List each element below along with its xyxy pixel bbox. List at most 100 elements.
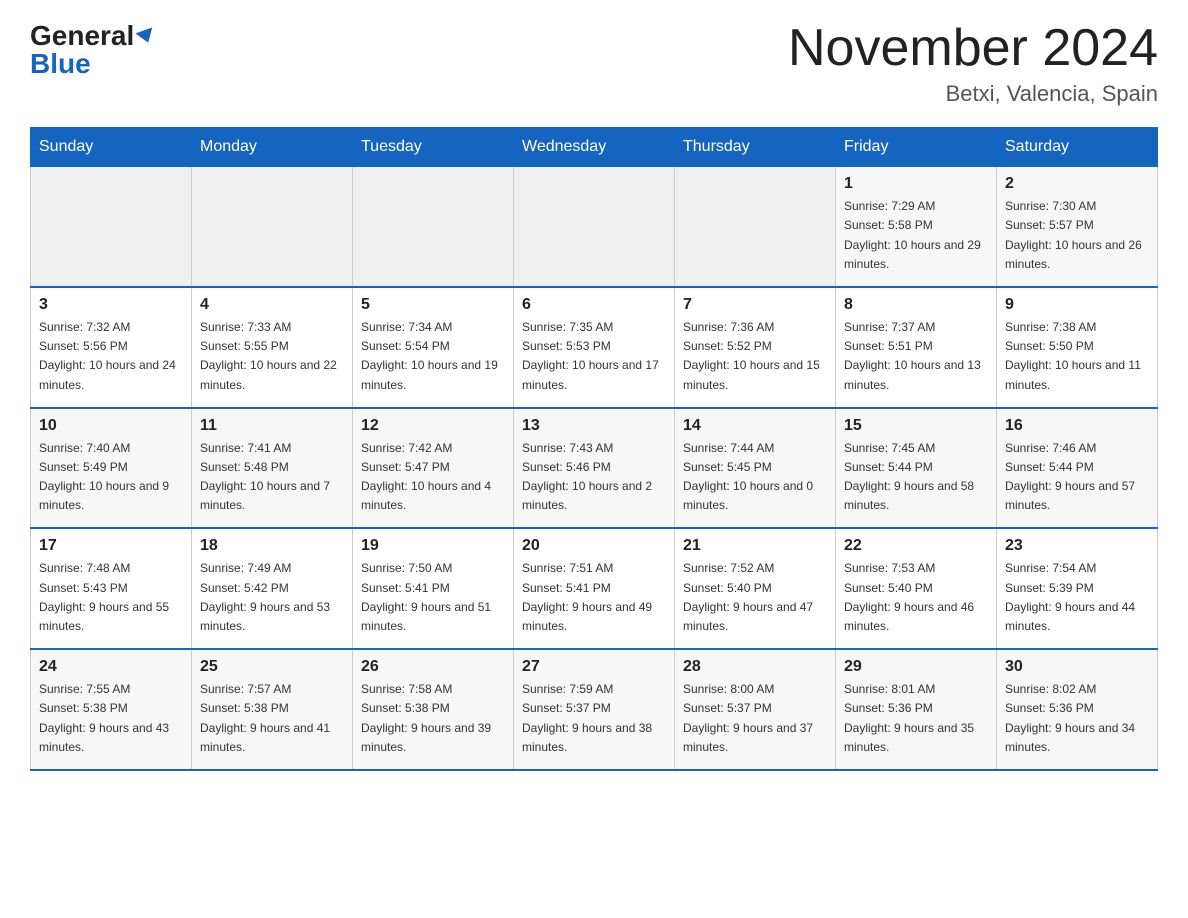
day-info: Sunrise: 7:58 AMSunset: 5:38 PMDaylight:… — [361, 680, 505, 757]
day-number: 27 — [522, 658, 666, 676]
calendar-day-cell: 11 Sunrise: 7:41 AMSunset: 5:48 PMDayligh… — [192, 408, 353, 529]
day-info: Sunrise: 7:36 AMSunset: 5:52 PMDaylight:… — [683, 318, 827, 395]
weekday-header-cell: Wednesday — [514, 128, 675, 167]
calendar-day-cell — [192, 167, 353, 287]
page-header: General Blue November 2024 Betxi, Valenc… — [30, 20, 1158, 107]
calendar-week-row: 24 Sunrise: 7:55 AMSunset: 5:38 PMDayligh… — [31, 649, 1158, 770]
calendar-header: SundayMondayTuesdayWednesdayThursdayFrid… — [31, 128, 1158, 167]
day-number: 5 — [361, 296, 505, 314]
calendar-day-cell: 17Sunrise: 7:48 AMSunset: 5:43 PMDayligh… — [31, 528, 192, 649]
day-number: 3 — [39, 296, 183, 314]
weekday-header-cell: Thursday — [675, 128, 836, 167]
calendar-day-cell — [353, 167, 514, 287]
calendar-day-cell: 25 Sunrise: 7:57 AMSunset: 5:38 PMDayligh… — [192, 649, 353, 770]
day-info: Sunrise: 7:42 AMSunset: 5:47 PMDaylight:… — [361, 439, 505, 516]
weekday-header-cell: Monday — [192, 128, 353, 167]
day-number: 2 — [1005, 175, 1149, 193]
day-info: Sunrise: 7:37 AMSunset: 5:51 PMDaylight:… — [844, 318, 988, 395]
calendar-day-cell: 20 Sunrise: 7:51 AMSunset: 5:41 PMDayligh… — [514, 528, 675, 649]
day-number: 25 — [200, 658, 344, 676]
calendar-day-cell: 22 Sunrise: 7:53 AMSunset: 5:40 PMDayligh… — [836, 528, 997, 649]
calendar-day-cell — [31, 167, 192, 287]
day-number: 1 — [844, 175, 988, 193]
calendar-subtitle: Betxi, Valencia, Spain — [788, 81, 1158, 107]
day-info: Sunrise: 7:44 AMSunset: 5:45 PMDaylight:… — [683, 439, 827, 516]
day-info: Sunrise: 7:46 AMSunset: 5:44 PMDaylight:… — [1005, 439, 1149, 516]
calendar-body: 1 Sunrise: 7:29 AMSunset: 5:58 PMDaylight… — [31, 167, 1158, 770]
calendar-day-cell: 21 Sunrise: 7:52 AMSunset: 5:40 PMDayligh… — [675, 528, 836, 649]
calendar-day-cell — [514, 167, 675, 287]
calendar-day-cell: 24 Sunrise: 7:55 AMSunset: 5:38 PMDayligh… — [31, 649, 192, 770]
day-info: Sunrise: 7:29 AMSunset: 5:58 PMDaylight:… — [844, 197, 988, 274]
day-info: Sunrise: 7:49 AMSunset: 5:42 PMDaylight:… — [200, 559, 344, 636]
day-info: Sunrise: 7:53 AMSunset: 5:40 PMDaylight:… — [844, 559, 988, 636]
calendar-day-cell: 29Sunrise: 8:01 AMSunset: 5:36 PMDayligh… — [836, 649, 997, 770]
calendar-day-cell: 6Sunrise: 7:35 AMSunset: 5:53 PMDaylight… — [514, 287, 675, 408]
day-info: Sunrise: 7:40 AMSunset: 5:49 PMDaylight:… — [39, 439, 183, 516]
title-block: November 2024 Betxi, Valencia, Spain — [788, 20, 1158, 107]
logo-line2: Blue — [30, 48, 91, 80]
day-number: 24 — [39, 658, 183, 676]
day-number: 9 — [1005, 296, 1149, 314]
calendar-day-cell: 4 Sunrise: 7:33 AMSunset: 5:55 PMDaylight… — [192, 287, 353, 408]
day-info: Sunrise: 7:45 AMSunset: 5:44 PMDaylight:… — [844, 439, 988, 516]
calendar-day-cell: 12 Sunrise: 7:42 AMSunset: 5:47 PMDayligh… — [353, 408, 514, 529]
weekday-header-cell: Saturday — [997, 128, 1158, 167]
calendar-day-cell: 13 Sunrise: 7:43 AMSunset: 5:46 PMDayligh… — [514, 408, 675, 529]
day-number: 22 — [844, 537, 988, 555]
calendar-day-cell: 18 Sunrise: 7:49 AMSunset: 5:42 PMDayligh… — [192, 528, 353, 649]
day-number: 14 — [683, 417, 827, 435]
calendar-table: SundayMondayTuesdayWednesdayThursdayFrid… — [30, 127, 1158, 771]
calendar-day-cell: 16 Sunrise: 7:46 AMSunset: 5:44 PMDayligh… — [997, 408, 1158, 529]
day-number: 11 — [200, 417, 344, 435]
weekday-header-cell: Tuesday — [353, 128, 514, 167]
day-info: Sunrise: 7:52 AMSunset: 5:40 PMDaylight:… — [683, 559, 827, 636]
day-number: 16 — [1005, 417, 1149, 435]
weekday-header-cell: Friday — [836, 128, 997, 167]
day-number: 19 — [361, 537, 505, 555]
day-info: Sunrise: 7:38 AMSunset: 5:50 PMDaylight:… — [1005, 318, 1149, 395]
day-info: Sunrise: 7:43 AMSunset: 5:46 PMDaylight:… — [522, 439, 666, 516]
day-number: 20 — [522, 537, 666, 555]
calendar-day-cell — [675, 167, 836, 287]
calendar-day-cell: 10Sunrise: 7:40 AMSunset: 5:49 PMDayligh… — [31, 408, 192, 529]
day-number: 30 — [1005, 658, 1149, 676]
day-number: 12 — [361, 417, 505, 435]
day-info: Sunrise: 8:02 AMSunset: 5:36 PMDaylight:… — [1005, 680, 1149, 757]
day-number: 18 — [200, 537, 344, 555]
calendar-week-row: 10Sunrise: 7:40 AMSunset: 5:49 PMDayligh… — [31, 408, 1158, 529]
logo: General Blue — [30, 20, 155, 80]
day-info: Sunrise: 7:55 AMSunset: 5:38 PMDaylight:… — [39, 680, 183, 757]
day-info: Sunrise: 7:32 AMSunset: 5:56 PMDaylight:… — [39, 318, 183, 395]
day-number: 4 — [200, 296, 344, 314]
calendar-day-cell: 26Sunrise: 7:58 AMSunset: 5:38 PMDayligh… — [353, 649, 514, 770]
day-number: 21 — [683, 537, 827, 555]
day-number: 8 — [844, 296, 988, 314]
day-info: Sunrise: 8:01 AMSunset: 5:36 PMDaylight:… — [844, 680, 988, 757]
calendar-week-row: 1 Sunrise: 7:29 AMSunset: 5:58 PMDaylight… — [31, 167, 1158, 287]
day-info: Sunrise: 7:57 AMSunset: 5:38 PMDaylight:… — [200, 680, 344, 757]
calendar-week-row: 17Sunrise: 7:48 AMSunset: 5:43 PMDayligh… — [31, 528, 1158, 649]
day-number: 15 — [844, 417, 988, 435]
calendar-day-cell: 5Sunrise: 7:34 AMSunset: 5:54 PMDaylight… — [353, 287, 514, 408]
day-info: Sunrise: 7:50 AMSunset: 5:41 PMDaylight:… — [361, 559, 505, 636]
day-info: Sunrise: 7:59 AMSunset: 5:37 PMDaylight:… — [522, 680, 666, 757]
day-info: Sunrise: 7:48 AMSunset: 5:43 PMDaylight:… — [39, 559, 183, 636]
calendar-title: November 2024 — [788, 20, 1158, 77]
day-info: Sunrise: 7:41 AMSunset: 5:48 PMDaylight:… — [200, 439, 344, 516]
calendar-day-cell: 19 Sunrise: 7:50 AMSunset: 5:41 PMDayligh… — [353, 528, 514, 649]
day-number: 6 — [522, 296, 666, 314]
day-info: Sunrise: 7:54 AMSunset: 5:39 PMDaylight:… — [1005, 559, 1149, 636]
weekday-header-cell: Sunday — [31, 128, 192, 167]
day-info: Sunrise: 7:33 AMSunset: 5:55 PMDaylight:… — [200, 318, 344, 395]
day-info: Sunrise: 7:30 AMSunset: 5:57 PMDaylight:… — [1005, 197, 1149, 274]
day-info: Sunrise: 8:00 AMSunset: 5:37 PMDaylight:… — [683, 680, 827, 757]
calendar-day-cell: 30 Sunrise: 8:02 AMSunset: 5:36 PMDayligh… — [997, 649, 1158, 770]
day-number: 23 — [1005, 537, 1149, 555]
day-info: Sunrise: 7:51 AMSunset: 5:41 PMDaylight:… — [522, 559, 666, 636]
day-number: 13 — [522, 417, 666, 435]
calendar-day-cell: 23 Sunrise: 7:54 AMSunset: 5:39 PMDayligh… — [997, 528, 1158, 649]
calendar-day-cell: 9 Sunrise: 7:38 AMSunset: 5:50 PMDaylight… — [997, 287, 1158, 408]
day-number: 28 — [683, 658, 827, 676]
weekday-header-row: SundayMondayTuesdayWednesdayThursdayFrid… — [31, 128, 1158, 167]
